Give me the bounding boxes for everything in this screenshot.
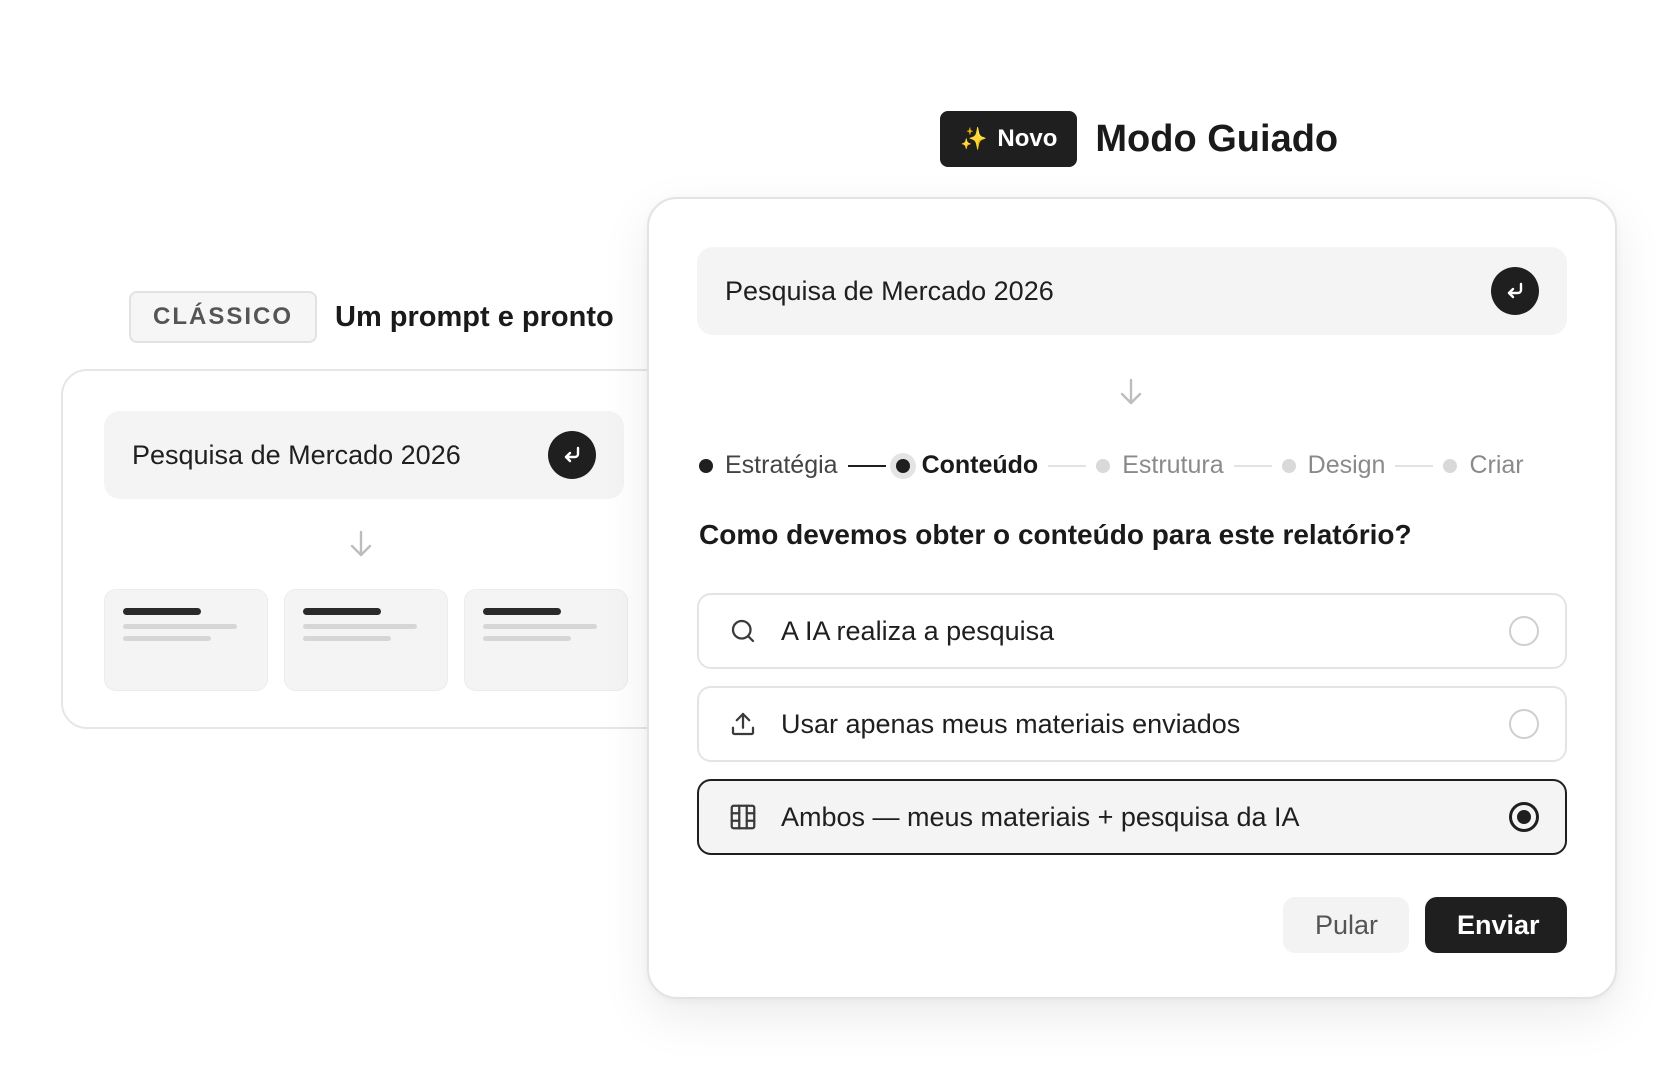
classic-card: Pesquisa de Mercado 2026 [61,369,701,729]
question-heading: Como devemos obter o conteúdo para este … [699,519,1412,550]
option-both[interactable]: Ambos — meus materiais + pesquisa da IA [697,779,1567,855]
novo-badge: ✨ Novo [940,111,1078,167]
step-design[interactable]: Design [1281,451,1386,480]
arrow-down-icon [1118,377,1144,412]
step-dot [1443,458,1458,473]
arrow-down-icon [348,529,374,564]
novo-badge-label: Novo [997,125,1058,152]
guided-header: ✨ Novo Modo Guiado [940,111,1338,167]
preview-card [104,589,268,691]
step-criar[interactable]: Criar [1443,451,1524,480]
stage: CLÁSSICO Um prompt e pronto Pesquisa de … [0,0,1680,1080]
step-connector [847,464,886,467]
stepper: Estratégia Conteúdo Estrutura Design Cri… [699,451,1524,480]
enter-arrow-icon[interactable] [1491,267,1539,315]
step-dot [1281,458,1296,473]
option-label: A IA realiza a pesquisa [781,615,1055,646]
step-connector [1048,464,1087,467]
option-label: Ambos — meus materiais + pesquisa da IA [781,801,1300,832]
classic-badge: CLÁSSICO [129,291,318,343]
classic-header: CLÁSSICO Um prompt e pronto [129,291,614,343]
option-ai-research[interactable]: A IA realiza a pesquisa [697,593,1567,669]
step-label: Estratégia [725,451,838,479]
grid-icon [727,801,759,833]
step-conteudo[interactable]: Conteúdo [895,451,1039,480]
submit-button[interactable]: Enviar [1425,897,1567,953]
radio-button[interactable] [1509,616,1539,646]
step-connector [1233,464,1272,467]
option-my-materials[interactable]: Usar apenas meus materiais enviados [697,686,1567,762]
guided-title: Modo Guiado [1095,117,1339,160]
classic-title: Um prompt e pronto [335,300,614,333]
classic-prompt-value: Pesquisa de Mercado 2026 [132,439,461,470]
radio-button[interactable] [1509,709,1539,739]
step-dot [1096,458,1111,473]
actions: Pular Enviar [1283,897,1567,953]
step-connector [1395,464,1434,467]
step-dot [895,458,910,473]
sparkles-icon: ✨ [960,126,988,151]
step-estrutura[interactable]: Estrutura [1096,451,1224,480]
guided-card: Pesquisa de Mercado 2026 Estratégia Cont… [647,197,1617,999]
preview-card [284,589,448,691]
step-label: Conteúdo [921,451,1039,479]
search-icon [727,615,759,647]
skip-button[interactable]: Pular [1283,897,1409,953]
guided-prompt-value: Pesquisa de Mercado 2026 [725,275,1054,306]
preview-card [464,589,628,691]
step-dot [699,458,713,473]
enter-arrow-icon[interactable] [548,431,596,479]
step-label: Design [1307,451,1386,479]
guided-prompt-input[interactable]: Pesquisa de Mercado 2026 [697,247,1567,335]
classic-prompt-input[interactable]: Pesquisa de Mercado 2026 [104,411,624,499]
step-label: Criar [1469,451,1524,479]
option-label: Usar apenas meus materiais enviados [781,708,1241,739]
step-estrategia[interactable]: Estratégia [699,451,838,480]
upload-icon [727,708,759,740]
preview-cards [104,589,628,691]
step-label: Estrutura [1122,451,1224,479]
radio-button-selected[interactable] [1509,802,1539,832]
